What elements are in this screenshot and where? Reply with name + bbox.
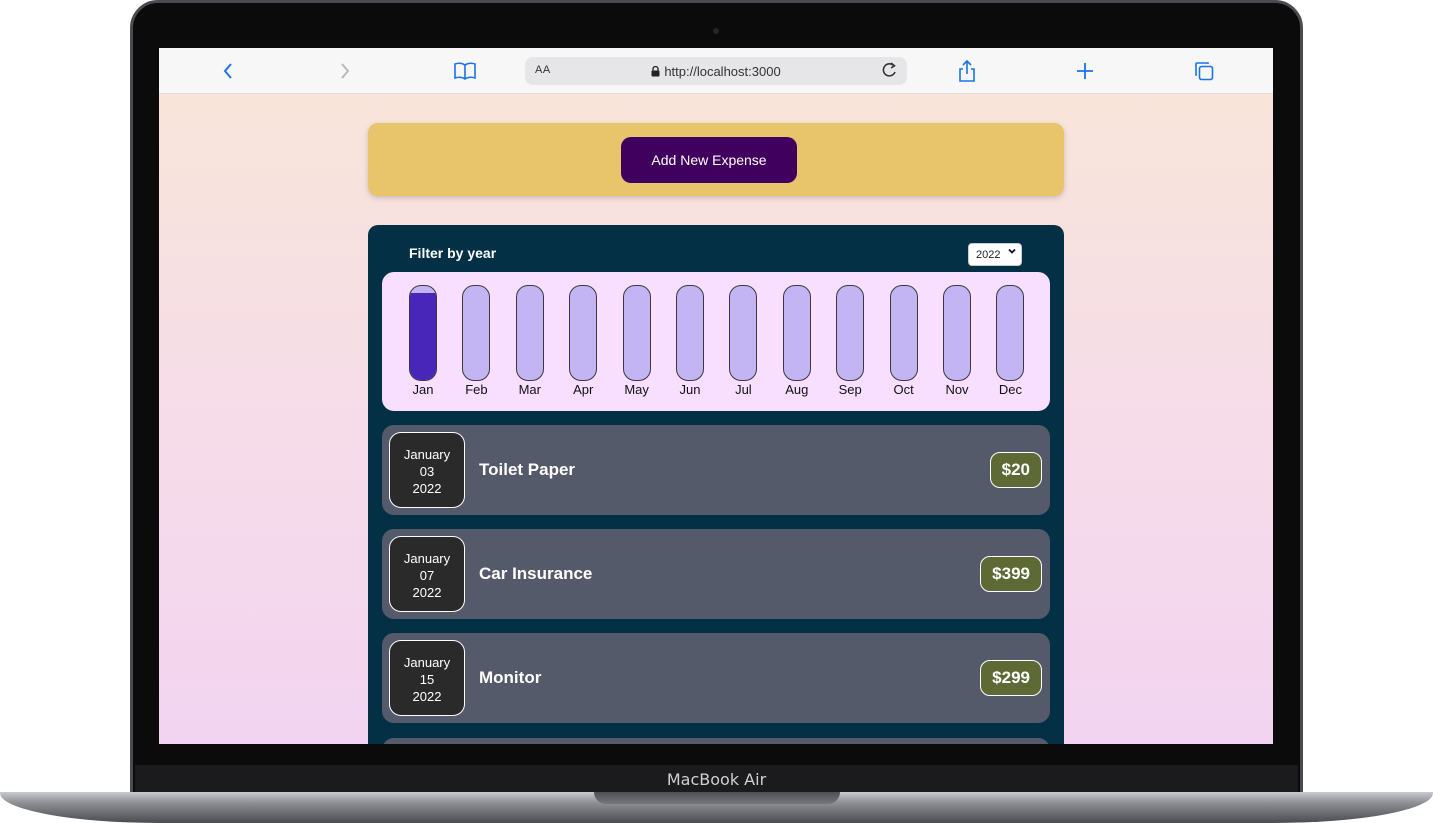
expense-day: 03 (419, 464, 435, 479)
expenses-panel: Filter by year 2022 Jan Feb Mar Apr May Jun Ju… (368, 225, 1064, 744)
reload-icon[interactable] (881, 61, 899, 82)
chart-bar-label: Feb (465, 382, 488, 397)
url-text: http://localhost:3000 (664, 64, 781, 79)
filter-label: Filter by year (409, 245, 497, 261)
expense-date: January 03 2022 (389, 432, 465, 508)
expense-title: Toilet Paper (479, 460, 576, 479)
chart-bar-track (622, 285, 651, 381)
year-select-value: 2022 (976, 249, 1001, 261)
chart-bar-track (569, 285, 598, 381)
expense-price: $399 (980, 556, 1042, 592)
expense-item[interactable]: January 15 2022 Monitor $299 (382, 633, 1050, 723)
expense-month: January (403, 655, 451, 670)
chart-bar-track (996, 285, 1025, 381)
chart-bar-track (889, 285, 918, 381)
chart-bar-oct: Oct (889, 285, 918, 397)
chart-bar-track (676, 285, 704, 381)
add-new-expense-button[interactable]: Add New Expense (621, 137, 797, 183)
chart-bar-label: Jul (735, 382, 752, 397)
chart-bar-label: Sep (838, 382, 862, 397)
chart-bar-track (943, 285, 971, 381)
chart-bar-may: May (622, 285, 651, 397)
tabs-overview-icon[interactable] (1191, 58, 1217, 84)
expense-day: 07 (419, 568, 435, 583)
browser-toolbar: AA http://localhost:3000 (159, 48, 1273, 94)
expense-year: 2022 (412, 481, 442, 496)
expense-date: January 15 2022 (389, 640, 465, 716)
chart-bar-label: Oct (893, 382, 914, 397)
chart-bar-apr: Apr (569, 285, 598, 397)
chart-bar-sep: Sep (836, 285, 865, 397)
address-bar[interactable]: AA http://localhost:3000 (525, 57, 907, 85)
chart-bar-label: Aug (785, 382, 809, 397)
expense-title: Car Insurance (479, 564, 593, 583)
expense-month: January (403, 447, 451, 462)
expense-price: $299 (980, 660, 1042, 696)
chart-bar-mar: Mar (515, 285, 544, 397)
chart-bar-aug: Aug (782, 285, 811, 397)
expense-date: January 07 2022 (389, 536, 465, 612)
chart-bar-track (515, 285, 544, 381)
expense-item[interactable]: January 07 2022 Car Insurance $399 (382, 529, 1050, 619)
chart-bar-label: Nov (945, 382, 969, 397)
new-tab-icon[interactable] (1072, 58, 1098, 84)
lock-icon (651, 65, 660, 80)
expense-price: $20 (989, 452, 1042, 488)
laptop-notch (594, 792, 840, 804)
chart-bar-label: May (624, 382, 649, 397)
chevron-down-icon (1008, 247, 1016, 257)
year-select[interactable]: 2022 (968, 243, 1022, 266)
chart-bar-track (836, 285, 865, 381)
expense-year: 2022 (412, 689, 442, 704)
chart-bar-label: Apr (573, 382, 594, 397)
laptop-bottom-bezel: MacBook Air (135, 765, 1298, 793)
chart-bar-label: Jan (412, 382, 434, 397)
expense-year: 2022 (412, 585, 442, 600)
chart-bar-label: Jun (679, 382, 701, 397)
chart-bar-feb: Feb (462, 285, 491, 397)
chart-bar-fill (410, 292, 436, 380)
laptop-label: MacBook Air (666, 770, 767, 789)
chart-bar-dec: Dec (996, 285, 1025, 397)
back-icon[interactable] (215, 58, 241, 84)
expenses-chart: Jan Feb Mar Apr May Jun Jul Aug Sep Oct Nov Dec (382, 272, 1050, 411)
chart-bar-label: Mar (518, 382, 541, 397)
chart-bar-track (462, 285, 491, 381)
expense-item[interactable]: January 03 2022 Toilet Paper $20 (382, 425, 1050, 515)
chart-bar-jun: Jun (676, 285, 704, 397)
expense-title: Monitor (479, 668, 542, 687)
chart-bar-jul: Jul (729, 285, 758, 397)
browser-window: AA http://localhost:3000 Add New Expense… (159, 48, 1273, 744)
expense-day: 15 (419, 672, 435, 687)
chart-bar-track (782, 285, 811, 381)
chart-bar-label: Dec (998, 382, 1022, 397)
bookmarks-icon[interactable] (452, 58, 478, 84)
chart-bar-track (409, 285, 437, 381)
expense-item[interactable] (382, 738, 1050, 744)
expense-month: January (403, 551, 451, 566)
chart-bar-track (729, 285, 758, 381)
share-icon[interactable] (954, 58, 980, 84)
new-expense-card: Add New Expense (368, 123, 1064, 196)
camera-icon (713, 28, 719, 34)
chart-bar-jan: Jan (409, 285, 437, 397)
forward-icon[interactable] (332, 58, 358, 84)
chart-bar-nov: Nov (943, 285, 971, 397)
